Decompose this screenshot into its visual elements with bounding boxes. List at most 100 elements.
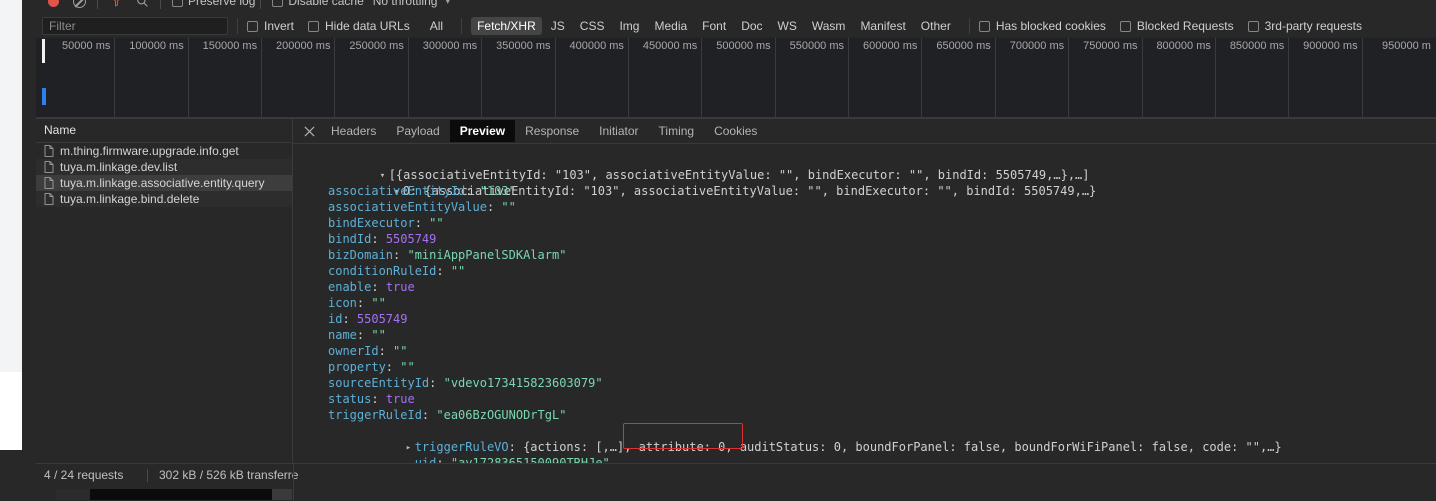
close-x-glyph	[303, 125, 315, 137]
filter-type-wasm[interactable]: Wasm	[806, 17, 852, 35]
json-property-line: bindId: 5505749	[293, 231, 1436, 247]
tab-headers[interactable]: Headers	[321, 120, 386, 142]
tab-timing[interactable]: Timing	[649, 120, 705, 142]
scrollbar-track-right[interactable]	[272, 489, 292, 500]
disable-cache-label: Disable cache	[288, 0, 364, 8]
request-row[interactable]: m.thing.firmware.upgrade.info.get	[36, 143, 292, 159]
json-key: ownerId	[328, 344, 379, 358]
expand-triangle-icon[interactable]	[380, 168, 389, 184]
tab-response[interactable]: Response	[515, 120, 589, 142]
invert-checkbox[interactable]: Invert	[247, 19, 294, 33]
request-name: m.thing.firmware.upgrade.info.get	[60, 144, 239, 158]
json-colon: :	[436, 456, 451, 463]
json-key: bindId	[328, 232, 372, 246]
timeline-tick-label: 750000 ms	[1083, 40, 1138, 52]
json-value: ""	[501, 200, 516, 214]
throttling-select[interactable]: No throttling	[373, 0, 438, 8]
blocked-requests-checkbox[interactable]: Blocked Requests	[1119, 19, 1234, 33]
record-button[interactable]	[40, 0, 66, 13]
page-strip-white	[0, 372, 22, 450]
json-root-preview: [{associativeEntityId: "103", associativ…	[388, 168, 1090, 182]
request-row[interactable]: tuya.m.linkage.bind.delete	[36, 191, 292, 207]
tab-payload[interactable]: Payload	[386, 120, 449, 142]
json-property-line: id: 5505749	[293, 311, 1436, 327]
json-property-line: status: true	[293, 391, 1436, 407]
collapse-triangle-icon[interactable]	[406, 440, 415, 456]
json-root-line[interactable]: [{associativeEntityId: "103", associativ…	[293, 151, 1436, 182]
json-key: triggerRuleVO	[414, 440, 509, 454]
document-icon	[44, 145, 54, 157]
json-value: true	[385, 280, 415, 294]
filter-type-media[interactable]: Media	[648, 17, 693, 35]
json-value: "ay1728365150090TRHJe"	[450, 456, 610, 463]
request-list-header[interactable]: Name	[36, 119, 292, 143]
filter-type-img[interactable]: Img	[613, 17, 645, 35]
preserve-log-checkbox[interactable]: Preserve log	[172, 0, 255, 8]
timeline-tick: 450000 ms	[629, 38, 703, 118]
timeline-tick-label: 700000 ms	[1009, 40, 1065, 52]
timeline-tick-label: 800000 ms	[1156, 40, 1211, 52]
json-property-lines: associativeEntityId: "103" associativeEnt…	[293, 183, 1436, 423]
filter-toggle-button[interactable]	[103, 0, 129, 13]
filter-input[interactable]	[42, 17, 228, 35]
json-colon: :	[371, 392, 386, 406]
close-icon[interactable]	[297, 120, 321, 142]
checkbox-box	[308, 20, 320, 32]
json-key: id	[328, 312, 343, 326]
json-key: associativeEntityId	[328, 184, 466, 198]
tab-preview[interactable]: Preview	[449, 120, 516, 142]
json-value: 5505749	[385, 232, 437, 246]
timeline-tick: 650000 ms	[922, 38, 996, 118]
json-trigger-rule-vo-line[interactable]: triggerRuleVO: {actions: [,…], attribute…	[293, 423, 1436, 454]
json-key: bindExecutor	[328, 216, 415, 230]
filter-type-doc[interactable]: Doc	[735, 17, 768, 35]
document-icon	[44, 177, 54, 189]
toolbar-divider-3	[260, 0, 262, 9]
filter-type-font[interactable]: Font	[696, 17, 732, 35]
filter-type-manifest[interactable]: Manifest	[854, 17, 911, 35]
toolbar-divider	[97, 0, 98, 9]
clear-button[interactable]	[66, 0, 92, 13]
json-value: ""	[393, 344, 408, 358]
json-value: ""	[429, 216, 444, 230]
disable-cache-checkbox[interactable]: Disable cache	[272, 0, 364, 8]
search-button[interactable]	[129, 0, 155, 13]
request-name: tuya.m.linkage.bind.delete	[60, 192, 200, 206]
filter-divider-3	[968, 18, 970, 34]
json-value: 5505749	[356, 312, 408, 326]
json-property-line: bindExecutor: ""	[293, 215, 1436, 231]
checkbox-box	[1247, 20, 1259, 32]
filter-type-ws[interactable]: WS	[772, 17, 803, 35]
filter-type-js[interactable]: JS	[545, 17, 571, 35]
json-property-line: ownerId: ""	[293, 343, 1436, 359]
network-toolbar: Preserve log Disable cache No throttling…	[36, 0, 1436, 14]
filter-type-fetch-xhr[interactable]: Fetch/XHR	[471, 17, 542, 35]
json-property-line: associativeEntityValue: ""	[293, 199, 1436, 215]
network-overview-timeline[interactable]: 50000 ms 100000 ms 150000 ms 200000 ms 25000…	[36, 38, 1436, 119]
json-value: "vdevo173415823603079"	[443, 376, 603, 390]
tab-cookies[interactable]: Cookies	[704, 120, 767, 142]
horizontal-scrollbar[interactable]	[56, 489, 292, 500]
filter-type-other[interactable]: Other	[915, 17, 957, 35]
filter-divider	[237, 18, 238, 34]
json-property-line: conditionRuleId: ""	[293, 263, 1436, 279]
has-blocked-cookies-checkbox[interactable]: Has blocked cookies	[978, 19, 1106, 33]
filter-bar: Invert Hide data URLs All Fetch/XHR JS C…	[36, 14, 1436, 39]
timeline-baseline	[36, 117, 1436, 118]
request-count-label: 4 / 24 requests	[44, 468, 124, 482]
scrollbar-thumb[interactable]	[90, 489, 272, 500]
timeline-tick-label: 400000 ms	[569, 40, 624, 52]
network-main-split: Name m.thing.firmware.upgrade.info.get tu…	[36, 119, 1436, 463]
json-value: "miniAppPanelSDKAlarm"	[407, 248, 567, 262]
third-party-requests-checkbox[interactable]: 3rd-party requests	[1247, 19, 1362, 33]
timeline-tick-label: 850000 ms	[1229, 40, 1285, 52]
request-row[interactable]: tuya.m.linkage.dev.list	[36, 159, 292, 175]
filter-type-css[interactable]: CSS	[574, 17, 611, 35]
json-preview-viewer[interactable]: [{associativeEntityId: "103", associativ…	[293, 144, 1436, 463]
json-key: icon	[328, 296, 357, 310]
filter-type-all[interactable]: All	[424, 17, 449, 35]
request-row[interactable]: tuya.m.linkage.associative.entity.query	[36, 175, 292, 191]
hide-data-urls-checkbox[interactable]: Hide data URLs	[308, 19, 410, 33]
timeline-tick-label: 500000 ms	[716, 40, 771, 52]
tab-initiator[interactable]: Initiator	[589, 120, 648, 142]
